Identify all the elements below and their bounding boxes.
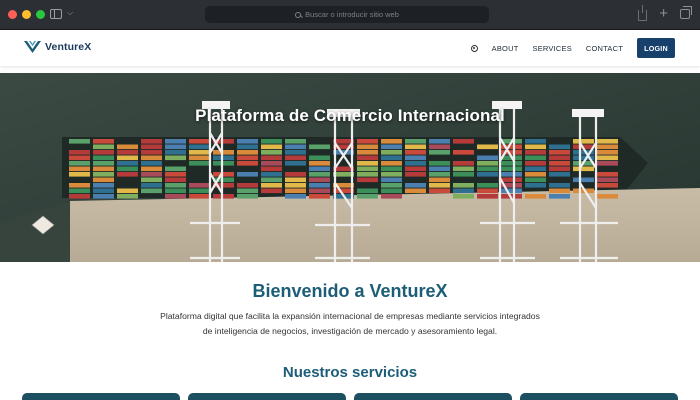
service-card[interactable] (188, 393, 346, 400)
zoom-window-button[interactable] (36, 10, 45, 19)
venturex-logo-icon (24, 41, 41, 53)
service-card[interactable] (354, 393, 512, 400)
nav-link-contact[interactable]: CONTACT (586, 44, 623, 53)
site-header: VentureX ABOUT SERVICES CONTACT LOGIN (0, 30, 700, 66)
service-card[interactable] (520, 393, 678, 400)
search-icon (295, 11, 302, 18)
close-window-button[interactable] (8, 10, 17, 19)
main-nav: ABOUT SERVICES CONTACT LOGIN (470, 38, 675, 58)
new-tab-icon[interactable]: + (659, 6, 668, 21)
nav-link-services[interactable]: SERVICES (533, 44, 572, 53)
minimize-window-button[interactable] (22, 10, 31, 19)
chevron-down-icon[interactable]: ⌵ (67, 8, 73, 18)
hero-banner: Plataforma de Comercio Internacional (0, 73, 700, 262)
service-card[interactable] (22, 393, 180, 400)
brand-logo[interactable]: VentureX (24, 40, 91, 54)
intro-description: Plataforma digital que facilita la expan… (160, 311, 540, 336)
window-controls (8, 10, 45, 19)
nav-link-about[interactable]: ABOUT (492, 44, 519, 53)
hero-port-image (0, 73, 700, 262)
tab-overview-icon[interactable] (680, 6, 692, 19)
services-heading: Nuestros servicios (282, 364, 418, 381)
address-bar[interactable]: Buscar o introducir sitio web (205, 6, 489, 23)
brand-name: VentureX (45, 41, 92, 53)
share-icon[interactable] (638, 5, 648, 21)
login-button[interactable]: LOGIN (637, 38, 675, 58)
globe-icon[interactable] (470, 44, 478, 52)
sidebar-icon[interactable] (50, 9, 62, 19)
address-placeholder: Buscar o introducir sitio web (305, 10, 399, 19)
welcome-heading: Bienvenido a VentureX (252, 281, 448, 301)
browser-toolbar: ⌵ Buscar o introducir sitio web + (0, 0, 700, 30)
hero-title: Plataforma de Comercio Internacional (195, 106, 505, 125)
